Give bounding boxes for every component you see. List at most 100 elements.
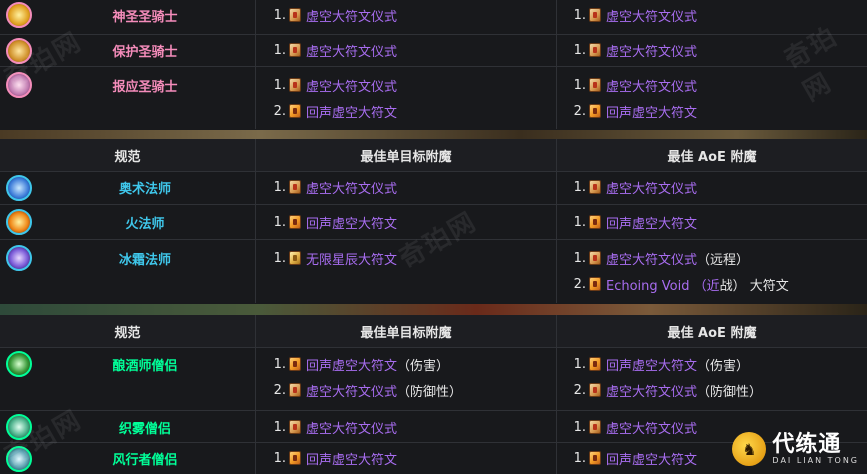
rank-number: 1. (573, 214, 586, 230)
enchant-entry: 1. 回声虚空大符文 (268, 213, 397, 232)
rank-number: 1. (573, 250, 586, 266)
enchant-scroll-icon (589, 277, 601, 291)
rank-number: 2. (273, 382, 286, 398)
enchant-entry: 1. 回声虚空大符文 (568, 213, 697, 232)
enchant-scroll-icon (289, 383, 301, 397)
table-header-row: 规范 最佳单目标附魔 最佳 AoE 附魔 (0, 315, 867, 348)
enchant-link[interactable]: 回声虚空大符文 (306, 449, 397, 468)
enchant-link[interactable]: 虚空大符文仪式 (306, 41, 397, 60)
enchant-entry: 1. 无限星辰大符文 (268, 249, 397, 268)
rank-number: 1. (573, 419, 586, 435)
enchant-link[interactable]: 回声虚空大符文 (606, 355, 697, 374)
frost-mage-icon (6, 245, 32, 271)
enchant-entry: 1. 虚空大符文仪式 (268, 178, 397, 197)
enchant-scroll-icon (589, 104, 601, 118)
enchant-note: （伤害） (397, 358, 450, 374)
enchant-scroll-icon (289, 180, 301, 194)
rank-number: 1. (273, 77, 286, 93)
enchant-entry: 1. 虚空大符文仪式 (568, 41, 697, 60)
retribution-paladin-icon (6, 72, 32, 98)
enchant-scroll-icon (289, 357, 301, 371)
enchant-link[interactable]: 虚空大符文仪式 (606, 418, 697, 437)
rank-number: 1. (273, 179, 286, 195)
enchant-entry: 1. 虚空大符文仪式 （远程） (568, 249, 749, 268)
enchant-scroll-icon (589, 451, 601, 465)
rank-number: 1. (573, 7, 586, 23)
enchant-scroll-icon (289, 43, 301, 57)
rank-number: 1. (273, 214, 286, 230)
enchant-scroll-icon (289, 78, 301, 92)
header-aoe: 最佳 AoE 附魔 (667, 149, 757, 165)
header-spec: 规范 (0, 315, 256, 347)
enchant-entry: 1. 回声虚空大符文 (568, 449, 697, 468)
enchant-entry: 1. 虚空大符文仪式 (268, 76, 397, 95)
rank-number: 1. (573, 42, 586, 58)
windwalker-monk-icon (6, 446, 32, 472)
enchant-link[interactable]: 虚空大符文仪式 (306, 381, 397, 400)
spec-name: 风行者僧侣 (112, 453, 178, 468)
header-aoe: 最佳 AoE 附魔 (667, 325, 757, 341)
enchant-scroll-icon (589, 357, 601, 371)
enchant-link[interactable]: 虚空大符文仪式 (306, 418, 397, 437)
enchant-entry: 2. 虚空大符文仪式 （防御性） (568, 381, 762, 400)
enchant-link[interactable]: 回声虚空大符文 (306, 102, 397, 121)
spec-name: 冰霜法师 (118, 253, 171, 268)
enchant-scroll-icon (589, 251, 601, 265)
enchant-entry: 1. 虚空大符文仪式 (568, 178, 697, 197)
enchant-entry: 1. 回声虚空大符文 (268, 449, 397, 468)
enchant-scroll-icon (289, 215, 301, 229)
brand-name: 代练通 (772, 431, 842, 457)
enchant-scroll-icon (589, 215, 601, 229)
enchant-scroll-icon (289, 420, 301, 434)
enchant-entry: 1. 虚空大符文仪式 (568, 6, 697, 25)
rank-number: 1. (573, 77, 586, 93)
enchant-note: （防御性） (397, 384, 463, 400)
enchant-link[interactable]: 回声虚空大符文 (306, 355, 397, 374)
enchant-scroll-icon (589, 78, 601, 92)
enchant-scroll-icon (289, 451, 301, 465)
enchant-link[interactable]: 回声虚空大符文 (606, 102, 697, 121)
enchant-link[interactable]: Echoing Void （近 (606, 275, 720, 294)
background-artwork-strip (0, 304, 867, 315)
spec-name: 酿酒师僧侣 (112, 359, 178, 374)
enchant-link[interactable]: 回声虚空大符文 (306, 213, 397, 232)
enchant-link[interactable]: 虚空大符文仪式 (606, 6, 697, 25)
spec-name: 奥术法师 (118, 182, 171, 197)
enchant-link[interactable]: 虚空大符文仪式 (606, 178, 697, 197)
header-single-target: 最佳单目标附魔 (256, 315, 557, 347)
rank-number: 1. (273, 7, 286, 23)
header-spec: 规范 (0, 139, 256, 171)
enchant-link[interactable]: 回声虚空大符文 (606, 213, 697, 232)
enchant-note: （伤害） (697, 358, 750, 374)
brewmaster-monk-icon (6, 351, 32, 377)
enchant-entry: 1. 回声虚空大符文 （伤害） (268, 355, 450, 374)
spec-name: 报应圣骑士 (112, 80, 178, 95)
enchant-scroll-icon (289, 8, 301, 22)
rank-number: 1. (273, 250, 286, 266)
enchant-link[interactable]: 无限星辰大符文 (306, 249, 397, 268)
rank-number: 1. (273, 356, 286, 372)
enchant-link[interactable]: 回声虚空大符文 (606, 449, 697, 468)
rank-number: 1. (573, 450, 586, 466)
paladin-enchant-table: 神圣圣骑士 保护圣骑士 报应圣骑士 (0, 0, 867, 130)
rank-number: 1. (273, 42, 286, 58)
enchant-scroll-icon (589, 43, 601, 57)
arcane-mage-icon (6, 175, 32, 201)
enchant-link[interactable]: 虚空大符文仪式 (606, 249, 697, 268)
knight-logo-icon: ♞ (732, 432, 767, 466)
holy-paladin-icon (6, 2, 32, 28)
rank-number: 1. (273, 419, 286, 435)
enchant-note: 战） 大符文 (719, 278, 789, 294)
enchant-link[interactable]: 虚空大符文仪式 (306, 178, 397, 197)
rank-number: 2. (573, 103, 586, 119)
enchant-link[interactable]: 虚空大符文仪式 (606, 41, 697, 60)
enchant-entry: 2. 回声虚空大符文 (568, 102, 697, 121)
enchant-entry: 2. 虚空大符文仪式 （防御性） (268, 381, 463, 400)
spec-name: 织雾僧侣 (118, 422, 171, 437)
enchant-entry: 1. 虚空大符文仪式 (268, 418, 397, 437)
rank-number: 1. (273, 450, 286, 466)
enchant-link[interactable]: 虚空大符文仪式 (606, 381, 697, 400)
enchant-link[interactable]: 虚空大符文仪式 (306, 6, 397, 25)
enchant-link[interactable]: 虚空大符文仪式 (306, 76, 397, 95)
enchant-link[interactable]: 虚空大符文仪式 (606, 76, 697, 95)
